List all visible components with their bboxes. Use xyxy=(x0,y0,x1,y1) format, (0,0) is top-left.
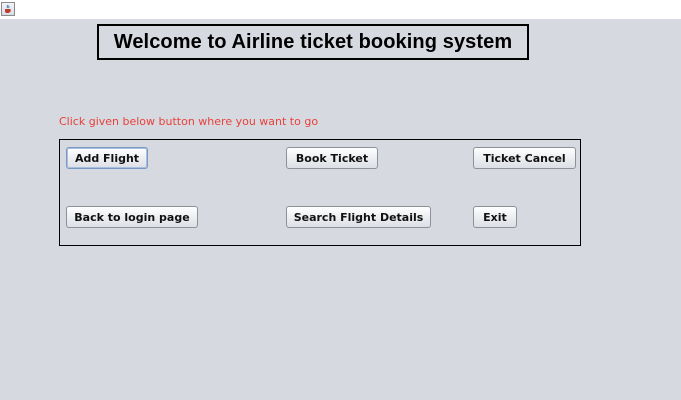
heading-border-box: Welcome to Airline ticket booking system xyxy=(97,24,529,60)
navigation-button-panel: Add Flight Book Ticket Ticket Cancel Bac… xyxy=(59,139,581,246)
ticket-cancel-button[interactable]: Ticket Cancel xyxy=(473,147,576,169)
java-cup-icon[interactable] xyxy=(1,2,15,16)
exit-button[interactable]: Exit xyxy=(473,206,517,228)
page-title: Welcome to Airline ticket booking system xyxy=(113,30,513,53)
instruction-label: Click given below button where you want … xyxy=(59,115,319,128)
add-flight-button[interactable]: Add Flight xyxy=(66,147,148,169)
search-flight-details-button[interactable]: Search Flight Details xyxy=(286,206,431,228)
book-ticket-button[interactable]: Book Ticket xyxy=(286,147,378,169)
window-titlebar xyxy=(0,0,681,19)
application-window: Welcome to Airline ticket booking system… xyxy=(0,0,681,400)
main-content-panel: Welcome to Airline ticket booking system… xyxy=(0,19,681,400)
back-to-login-button[interactable]: Back to login page xyxy=(66,206,198,228)
